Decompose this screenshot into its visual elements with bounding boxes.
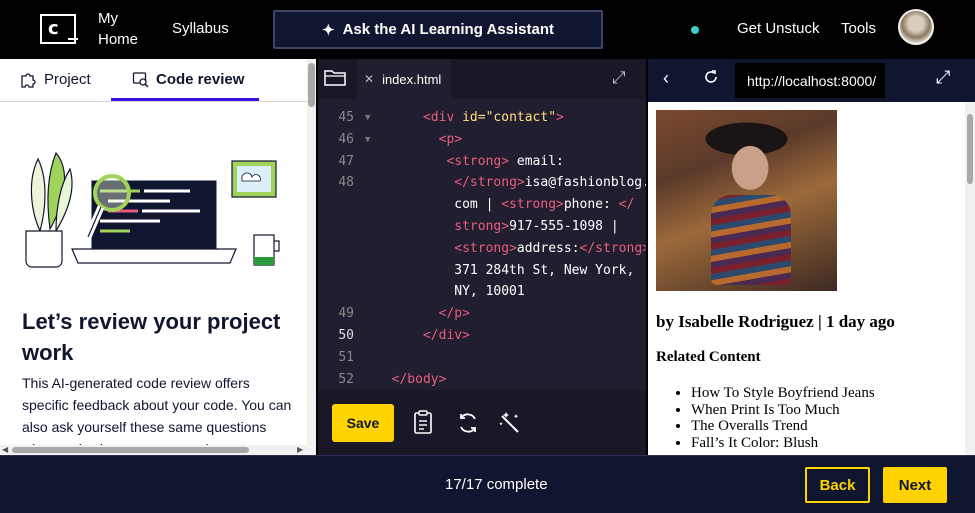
file-tab-index-html[interactable]: ✕ index.html [358,59,452,99]
code-area[interactable]: 45 ▼ <div id="contact"> 46 ▼ <p> 47 <strong>… [318,107,646,397]
code-line[interactable]: 49 </p> [318,306,646,328]
progress-status: 17/17 complete [445,476,548,493]
code-review-illustration [25,151,280,268]
expand-icon[interactable]: ⤢ [936,67,950,88]
code-text: </div> [422,328,470,343]
article-byline: by Isabelle Rodriguez | 1 day ago [656,312,895,331]
back-arrow-icon[interactable]: ‹ [663,68,669,89]
code-line[interactable]: 45 ▼ <div id="contact"> [318,110,646,132]
codecademy-logo[interactable]: c [40,14,78,44]
panel-tabs: Project Code review [0,59,307,102]
code-text: <strong>address:</strong> [454,240,646,256]
left-vertical-scrollbar[interactable] [307,59,316,455]
close-tab-icon[interactable]: ✕ [364,72,374,86]
scrollbar-thumb[interactable] [967,114,973,184]
code-line[interactable]: 47 <strong> email: [318,154,646,176]
line-number: 46 [338,131,354,147]
ai-assistant-label: Ask the AI Learning Assistant [342,21,554,38]
code-text: com | <strong>phone: </ [376,197,635,213]
code-line[interactable]: strong>917-555-1098 | [318,219,646,241]
line-number: 50 [338,328,354,343]
review-description: This AI-generated code review offers spe… [22,375,292,455]
fold-arrow-icon[interactable]: ▼ [365,135,370,145]
code-text: </p> [438,306,470,322]
instructions-panel: Project Code review Let’s review your pr… [0,59,316,455]
user-avatar[interactable] [898,9,934,45]
left-horizontal-scrollbar[interactable]: ◀ ▶ [0,445,307,455]
tools-menu[interactable]: Tools [841,20,876,37]
active-tab-indicator [111,98,259,101]
code-editor: ✕ index.html ⤢ 45 ▼ <div id="contact"> 46 ▼… [318,59,646,455]
browser-preview: ‹ http://localhost:8000/ ⤢ by Isabelle R… [648,59,975,455]
line-number: 47 [338,153,354,169]
scroll-right-arrow-icon[interactable]: ▶ [297,445,303,454]
reset-icon[interactable] [456,411,480,435]
browser-toolbar: ‹ http://localhost:8000/ ⤢ [648,59,975,102]
tab-code-review[interactable]: Code review [132,71,244,88]
syllabus-link[interactable]: Syllabus [172,20,229,37]
refresh-icon[interactable] [703,69,719,85]
top-navigation-bar: c My Home Syllabus ✦ Ask the AI Learning… [0,0,975,59]
scrollbar-thumb[interactable] [12,447,249,453]
code-line[interactable]: NY, 10001 [318,284,646,306]
fashion-photo [656,110,837,291]
code-line[interactable]: 48 </strong>isa@fashionblog. [318,175,646,197]
list-item: The Overalls Trend [691,418,875,435]
code-text: strong>917-555-1098 | [454,219,619,234]
line-number: 51 [338,349,354,365]
code-line[interactable]: 46 ▼ <p> [318,132,646,154]
expand-icon[interactable]: ⤢ [612,68,626,88]
tab-project-label: Project [44,71,91,88]
code-line[interactable]: 371 284th St, New York, [318,263,646,285]
tab-project[interactable]: Project [20,71,91,88]
logo-letter: c [48,18,59,39]
file-tab-label: index.html [382,71,442,87]
scroll-left-arrow-icon[interactable]: ◀ [2,445,8,454]
url-bar[interactable]: http://localhost:8000/ [735,63,885,98]
code-text: <p> [438,131,463,147]
line-number: 49 [338,306,354,322]
line-number: 48 [338,175,354,191]
clipboard-icon[interactable] [412,409,436,435]
my-home-link[interactable]: My Home [98,8,148,50]
sparkle-icon: ✦ [321,21,335,39]
review-headline: Let’s review your project work [22,309,281,365]
code-line[interactable]: com | <strong>phone: </ [318,197,646,219]
save-button[interactable]: Save [332,404,394,442]
related-content-list: How To Style Boyfriend Jeans When Print … [691,385,875,451]
next-button[interactable]: Next [883,467,947,503]
ai-learning-assistant-button[interactable]: ✦ Ask the AI Learning Assistant [273,10,603,49]
status-dot [691,26,699,34]
fold-arrow-icon[interactable]: ▼ [365,113,370,123]
footer-bar: 17/17 complete Back Next [0,455,975,513]
magic-wand-icon[interactable] [498,410,522,436]
editor-tab-bar: ✕ index.html ⤢ [318,59,646,99]
get-unstuck-menu[interactable]: Get Unstuck [737,20,820,37]
code-text: <div id="contact"> [422,110,564,125]
editor-toolbar: Save [318,390,646,455]
browser-vertical-scrollbar[interactable] [965,102,975,455]
scrollbar-thumb[interactable] [308,63,315,107]
line-number: 45 [338,110,354,125]
list-item: Fall’s It Color: Blush [691,435,875,452]
list-item: When Print Is Too Much [691,402,875,419]
code-line[interactable]: 51 [318,350,646,372]
code-text: NY, 10001 [376,284,525,300]
list-item: How To Style Boyfriend Jeans [691,385,875,402]
related-content-heading: Related Content [656,349,761,365]
code-text: </body> [391,371,447,387]
code-text: </strong>isa@fashionblog. [454,175,646,191]
line-number: 52 [338,371,354,387]
tab-code-review-label: Code review [156,71,245,88]
code-line[interactable]: <strong>address:</strong> [318,241,646,263]
back-button[interactable]: Back [805,467,870,503]
code-review-icon [132,72,149,88]
puzzle-icon [21,73,36,88]
code-text: 371 284th St, New York, [376,262,635,278]
code-line[interactable]: 50 </div> [318,328,646,350]
code-text: <strong> email: [446,153,564,169]
folder-icon[interactable] [324,68,346,86]
